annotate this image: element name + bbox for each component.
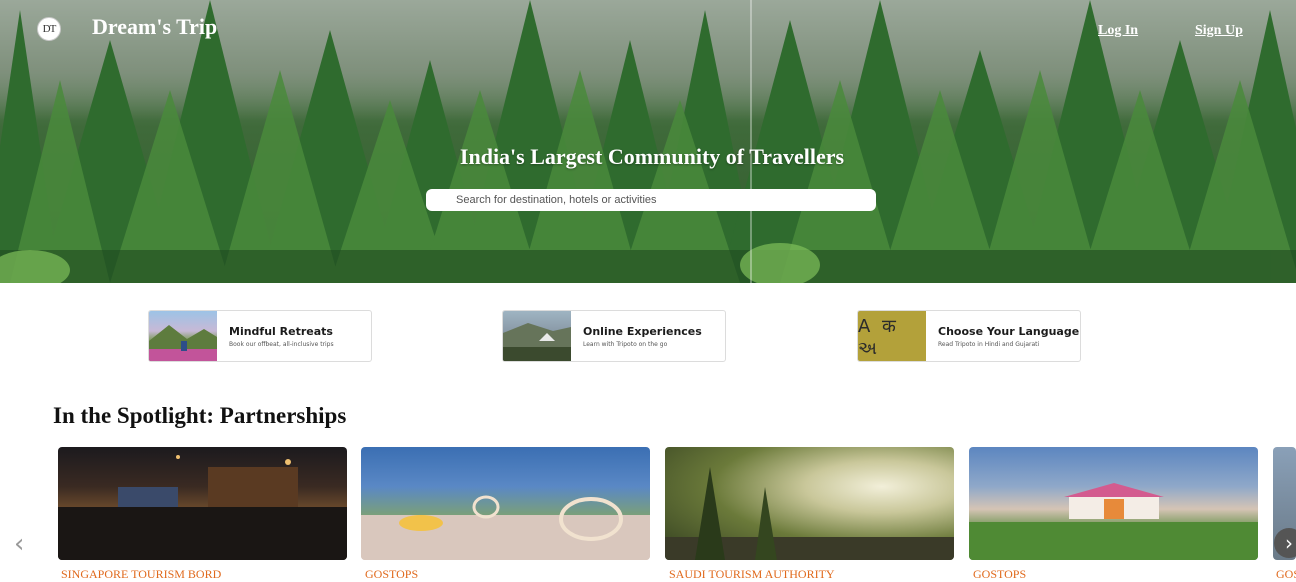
- feature-subtitle: Read Tripoto in Hindi and Gujarati: [938, 340, 1040, 348]
- feature-subtitle: Learn with Tripoto on the go: [583, 340, 668, 348]
- partner-label[interactable]: SINGAPORE TOURISM BORD: [61, 567, 221, 582]
- search-input[interactable]: [426, 189, 876, 211]
- feature-card-mindful-retreats[interactable]: Mindful Retreats Book our offbeat, all-i…: [148, 310, 372, 362]
- login-link[interactable]: Log In: [1098, 23, 1138, 39]
- chevron-left-icon[interactable]: ‹: [14, 530, 34, 558]
- partner-label[interactable]: GOSTOPS: [365, 567, 418, 582]
- image-seam: [750, 0, 752, 283]
- signup-link[interactable]: Sign Up: [1195, 23, 1243, 39]
- camping-image: [503, 311, 571, 361]
- partner-card-gostops-image[interactable]: [969, 447, 1258, 560]
- feature-title: Choose Your Language: [938, 324, 1080, 338]
- partner-card-saudi-image[interactable]: [665, 447, 954, 560]
- feature-title: Mindful Retreats: [229, 324, 333, 338]
- hero-title: India's Largest Community of Travellers: [459, 144, 845, 169]
- partner-card-singapore-image[interactable]: [58, 447, 347, 560]
- forest-background-image: [0, 0, 1296, 283]
- partner-label[interactable]: GOSTOPS: [973, 567, 1026, 582]
- chevron-right-icon[interactable]: ›: [1274, 528, 1296, 558]
- mountain-retreat-image: [149, 311, 217, 361]
- logo-icon[interactable]: DT: [37, 17, 61, 41]
- spotlight-title: In the Spotlight: Partnerships: [53, 403, 347, 428]
- feature-card-choose-language[interactable]: A क અ Choose Your Language Read Tripoto …: [857, 310, 1081, 362]
- partner-label[interactable]: SAUDI TOURISM AUTHORITY: [669, 567, 835, 582]
- hero-banner: DT Dream's Trip Log In Sign Up India's L…: [0, 0, 1296, 283]
- feature-card-online-experiences[interactable]: Online Experiences Learn with Tripoto on…: [502, 310, 726, 362]
- language-glyphs-icon: A क અ: [858, 311, 926, 361]
- partner-card-gostops-image[interactable]: [361, 447, 650, 560]
- feature-subtitle: Book our offbeat, all-inclusive trips: [229, 340, 334, 348]
- brand-name[interactable]: Dream's Trip: [92, 14, 217, 40]
- feature-title: Online Experiences: [583, 324, 702, 338]
- partner-label[interactable]: GOSTOPS: [1276, 567, 1296, 582]
